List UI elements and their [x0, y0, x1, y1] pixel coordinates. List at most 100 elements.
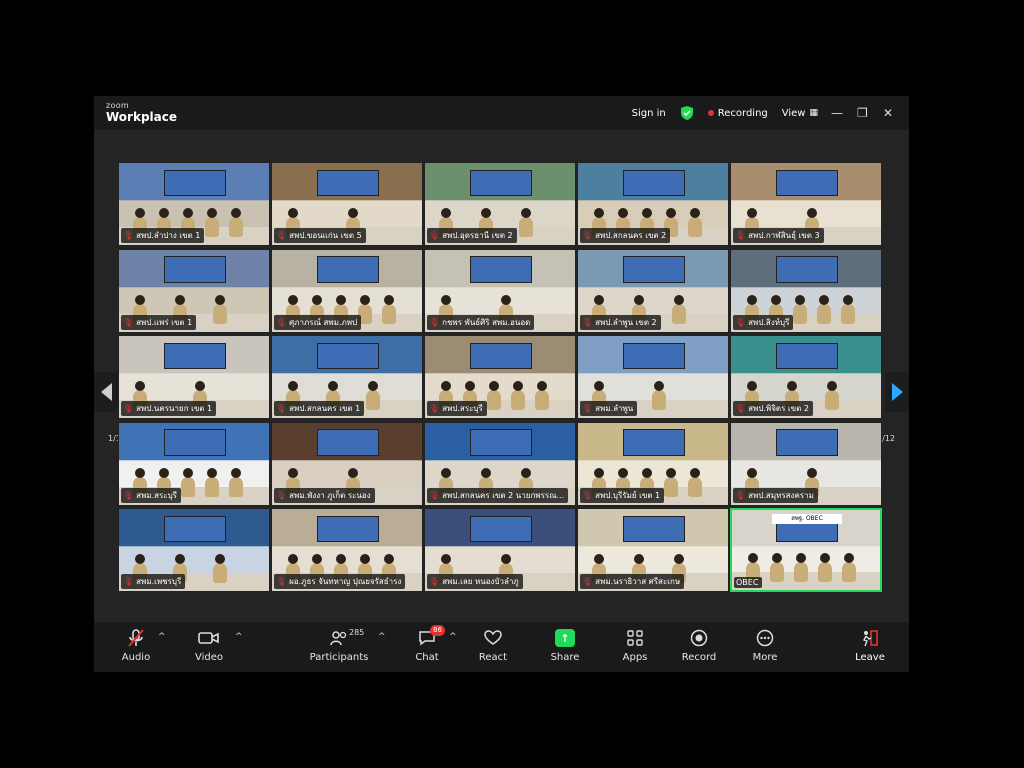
background-screen — [776, 256, 838, 283]
obec-banner: สพฐ. OBEC — [772, 514, 842, 524]
background-screen — [623, 515, 685, 543]
participants-options-chevron-icon[interactable]: ^ — [378, 632, 386, 642]
person-silhouette — [366, 381, 380, 410]
participant-tile[interactable]: 🎙 สพป.ลำพูน เขต 2 — [577, 248, 729, 333]
participant-tile[interactable]: OBEC สพฐ. OBEC — [730, 508, 882, 592]
person-silhouette — [793, 294, 807, 324]
minimize-icon[interactable]: — — [831, 106, 845, 120]
participant-name-label: 🎙 สพป.พิจิตร เขต 2 — [733, 401, 813, 416]
participant-tile[interactable]: 🎙 สพป.สกลนคร เขต 1 — [271, 335, 423, 419]
participant-tile[interactable]: 🎙 สพป.แพร่ เขต 1 — [118, 248, 270, 333]
participants-button[interactable]: 285 Participants — [309, 626, 369, 663]
logo-bottom-text: Workplace — [106, 110, 178, 124]
participant-tile[interactable]: 🎙 สพป.สมุทรสงคราม — [730, 421, 882, 506]
background-screen — [470, 342, 532, 370]
chat-button[interactable]: 86 Chat — [397, 625, 457, 663]
participant-tile[interactable]: 🎙 ผอ.ภูธร จันทหาญ ปุณยจรัสธำรง — [271, 508, 423, 592]
participant-name: สพม.นราธิวาส ศรีสะเกษ — [595, 577, 681, 586]
background-screen — [164, 515, 226, 543]
zoom-workplace-logo: zoom Workplace — [106, 101, 178, 124]
person-silhouette — [213, 554, 227, 583]
close-icon[interactable]: ✕ — [883, 106, 897, 120]
audio-options-chevron-icon[interactable]: ^ — [158, 632, 166, 642]
mic-muted-icon: 🎙 — [735, 490, 746, 500]
background-screen — [164, 429, 226, 456]
participant-name-label: 🎙 สพม.เลย หนองบัวลำภู — [427, 574, 523, 589]
meeting-toolbar: Audio ^ Video ^ 285 Participants ^ 86 Ch… — [94, 622, 909, 672]
recording-indicator[interactable]: Recording — [707, 108, 768, 119]
person-silhouette — [842, 553, 856, 582]
background-screen — [776, 169, 838, 197]
participant-tile[interactable]: 🎙 สพป.ลำปาง เขต 1 — [118, 162, 270, 246]
person-silhouette — [652, 381, 666, 410]
participant-tile[interactable]: 🎙 สพป.สิงห์บุรี — [730, 248, 882, 333]
participant-tile[interactable]: 🎙 สพป.ขอนแก่น เขต 5 — [271, 162, 423, 246]
next-page-button[interactable] — [885, 372, 909, 412]
participant-tile[interactable]: 🎙 สพป.บุรีรัมย์ เขต 1 — [577, 421, 729, 506]
background-screen — [317, 515, 379, 543]
participant-tile[interactable]: 🎙 สพป.อุดรธานี เขต 2 — [424, 162, 576, 246]
person-silhouette — [213, 294, 227, 324]
mic-muted-icon: 🎙 — [123, 404, 134, 413]
participant-tile[interactable]: 🎙 สพป.กาฬสินธุ์ เขต 3 — [730, 162, 882, 246]
participant-tile[interactable]: 🎙 สพป.สกลนคร เขต 2 — [577, 162, 729, 246]
participant-tile[interactable]: 🎙 สพป.พิจิตร เขต 2 — [730, 335, 882, 419]
participant-tile[interactable]: 🎙 สพป.นครนายก เขต 1 — [118, 335, 270, 419]
person-silhouette — [794, 553, 808, 582]
person-silhouette — [825, 381, 839, 410]
leave-button[interactable]: Leave — [840, 626, 900, 663]
mic-muted-icon: 🎙 — [123, 490, 134, 500]
person-silhouette — [519, 208, 533, 237]
participant-name: สพป.สกลนคร เขต 2 นายกพรรณ... — [442, 490, 565, 500]
participant-tile[interactable]: 🎙 สพม.เพชรบุรี — [118, 508, 270, 592]
mic-muted-icon: 🎙 — [276, 317, 287, 327]
mic-muted-icon: 🎙 — [123, 577, 134, 586]
video-options-chevron-icon[interactable]: ^ — [235, 632, 243, 642]
prev-page-button[interactable] — [94, 372, 118, 412]
participant-name-label: 🎙 สพป.ลำปาง เขต 1 — [121, 228, 205, 243]
participant-tile[interactable]: 🎙 สพม.ลำพูน — [577, 335, 729, 419]
react-button[interactable]: React — [463, 626, 523, 663]
participant-tile[interactable]: 🎙 กชพร พันธ์ศิริ สพม.อนอด — [424, 248, 576, 333]
participant-tile[interactable]: 🎙 สพม.พังงา ภูเก็ต ระนอง — [271, 421, 423, 506]
participant-name: สพป.สกลนคร เขต 2 — [595, 231, 667, 240]
participant-name: สพม.เพชรบุรี — [136, 577, 182, 586]
participant-name-label: 🎙 สพม.พังงา ภูเก็ต ระนอง — [274, 487, 375, 503]
view-button[interactable]: View ▦ — [782, 108, 818, 119]
person-silhouette — [229, 208, 243, 237]
record-icon — [669, 626, 729, 650]
logo-top-text: zoom — [106, 101, 129, 110]
participant-name: สพป.แพร่ เขต 1 — [136, 317, 193, 327]
background-screen — [164, 256, 226, 283]
person-silhouette — [487, 381, 501, 410]
apps-button[interactable]: Apps — [605, 626, 665, 663]
participant-name-label: 🎙 สพป.สมุทรสงคราม — [733, 487, 818, 503]
video-button[interactable]: Video — [179, 626, 239, 663]
participant-tile[interactable]: 🎙 สพม.เลย หนองบัวลำภู — [424, 508, 576, 592]
participant-tile[interactable]: 🎙 สพม.นราธิวาส ศรีสะเกษ — [577, 508, 729, 592]
participant-tile[interactable]: 🎙 สพป.สกลนคร เขต 2 นายกพรรณ... — [424, 421, 576, 506]
participant-tile[interactable]: 🎙 สพป.สระบุรี — [424, 335, 576, 419]
chat-options-chevron-icon[interactable]: ^ — [449, 632, 457, 642]
participant-name: สพป.ลำพูน เขต 2 — [595, 317, 657, 327]
mic-muted-icon: 🎙 — [582, 404, 593, 413]
security-shield-icon[interactable] — [680, 106, 694, 120]
audio-button[interactable]: Audio — [106, 626, 166, 663]
participant-name-label: 🎙 กชพร พันธ์ศิริ สพม.อนอด — [427, 314, 535, 330]
mic-muted-icon: 🎙 — [123, 231, 134, 240]
record-button[interactable]: Record — [669, 626, 729, 663]
sign-in-button[interactable]: Sign in — [632, 108, 666, 119]
participant-name-label: 🎙 สพป.ลำพูน เขต 2 — [580, 314, 661, 330]
background-screen — [317, 256, 379, 283]
restore-icon[interactable]: ❐ — [857, 106, 871, 120]
participant-name: สพป.สิงห์บุรี — [748, 317, 790, 327]
more-button[interactable]: More — [735, 626, 795, 663]
person-silhouette — [382, 294, 396, 324]
person-silhouette — [205, 467, 219, 497]
participant-name: สพม.เลย หนองบัวลำภู — [442, 577, 519, 586]
participant-tile[interactable]: 🎙 ศุภาภรณ์ สพม.ภพป — [271, 248, 423, 333]
share-button[interactable]: ↑ Share — [535, 626, 595, 663]
background-screen — [776, 429, 838, 456]
participant-tile[interactable]: 🎙 สพม.สระบุรี — [118, 421, 270, 506]
mic-muted-icon: 🎙 — [735, 317, 746, 327]
